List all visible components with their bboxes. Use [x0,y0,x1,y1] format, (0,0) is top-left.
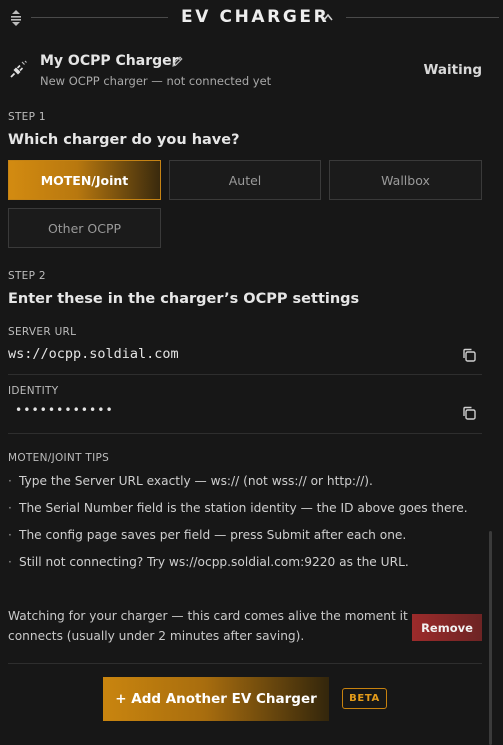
server-url-label: SERVER URL [8,326,77,338]
identity-value: •••••••••••• [15,403,114,417]
tip-text: The config page saves per field — press … [19,528,407,542]
bullet: · [8,555,12,569]
step1-heading: Which charger do you have? [8,132,240,148]
tip-text: Type the Server URL exactly — ws:// (not… [19,474,373,488]
divider [8,663,482,664]
copy-icon[interactable] [461,347,477,363]
plug-icon [10,60,27,78]
status-badge: Waiting [423,62,482,78]
drag-handle-icon[interactable] [9,9,23,27]
remove-button[interactable]: Remove [412,614,482,641]
charger-name: My OCPP Charger [40,53,179,69]
card-title: EV CHARGER [181,7,330,27]
tip-text: Still not connecting? Try ws://ocpp.sold… [19,555,409,569]
beta-badge: BETA [342,688,387,709]
pencil-icon[interactable] [171,55,184,68]
add-charger-button[interactable]: + Add Another EV Charger [103,677,329,721]
tip-item: · Still not connecting? Try ws://ocpp.sol… [8,555,409,569]
card-header: EV CHARGER [0,0,503,36]
tip-item: · The config page saves per field — press… [8,528,406,542]
bullet: · [8,501,12,515]
charger-subtitle: New OCPP charger — not connected yet [40,74,272,88]
tip-item: · The Serial Number field is the station … [8,501,468,515]
tip-item: · Type the Server URL exactly — ws:// (no… [8,474,373,488]
watching-message: Watching for your charger — this card co… [8,609,408,643]
step1-label: STEP 1 [8,111,46,123]
bullet: · [8,528,12,542]
header-divider-left [31,17,168,18]
server-url-value: ws://ocpp.soldial.com [8,346,179,362]
option-wallbox[interactable]: Wallbox [329,160,482,200]
tips-label: MOTEN/JOINT TIPS [8,452,110,464]
copy-icon[interactable] [461,405,477,421]
divider [8,374,482,375]
divider [8,433,482,434]
header-divider-right [346,17,499,18]
chevron-up-icon[interactable] [322,12,334,22]
step2-label: STEP 2 [8,270,46,282]
option-moten-joint[interactable]: MOTEN/Joint [8,160,161,200]
scrollbar[interactable] [489,531,492,745]
step2-heading: Enter these in the charger’s OCPP settin… [8,291,360,307]
identity-label: IDENTITY [8,385,59,397]
ev-charger-card: EV CHARGER My OCPP Charger New OCPP char… [0,0,503,745]
option-autel[interactable]: Autel [169,160,321,200]
option-other-ocpp[interactable]: Other OCPP [8,208,161,248]
tip-text: The Serial Number field is the station i… [19,501,468,515]
bullet: · [8,474,12,488]
